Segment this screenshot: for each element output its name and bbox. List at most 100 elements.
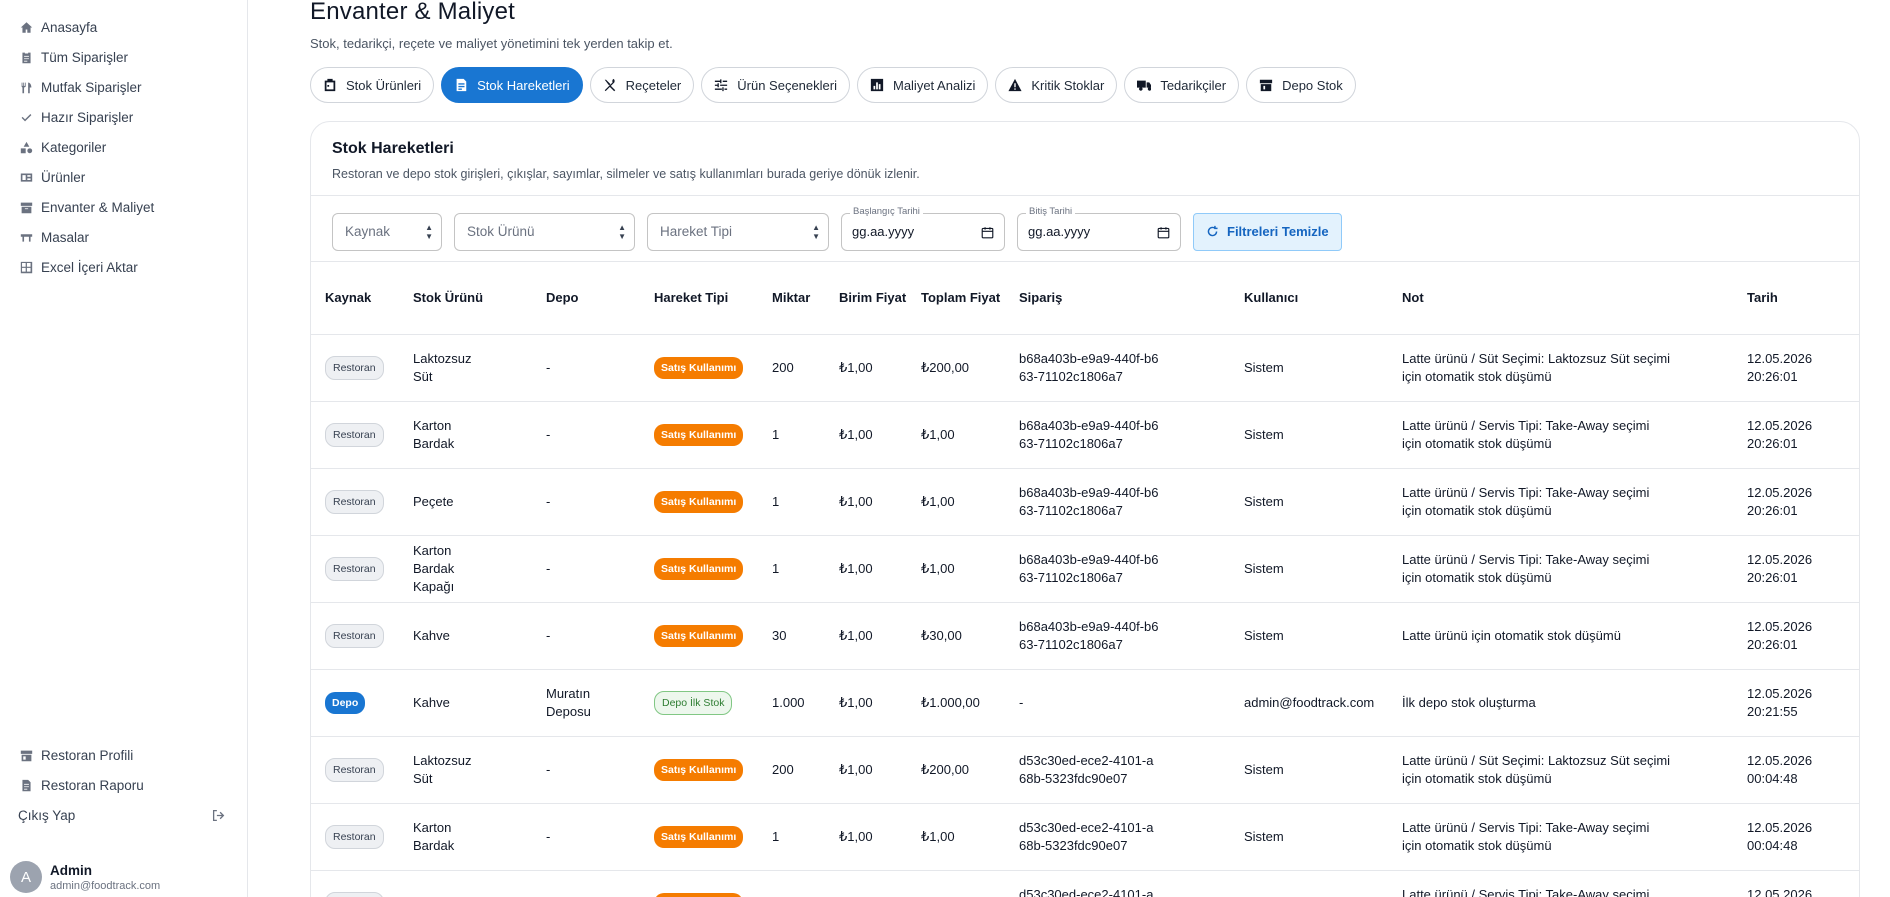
cell-miktar-text: 1 (772, 828, 780, 844)
kaynak-select[interactable]: Kaynak ▲ ▼ (332, 212, 442, 251)
cell-depo: Muratın Deposu (532, 669, 640, 737)
sidebar-item-mutfak-siparisler[interactable]: Mutfak Siparişler (0, 72, 247, 102)
cell-birim-fiyat: ₺1,00 (825, 334, 907, 402)
end-date-input[interactable]: Bitiş Tarihi gg.aa.yyyy (1017, 205, 1181, 251)
sidebar-item-hazir-siparisler[interactable]: Hazır Siparişler (0, 102, 247, 132)
table-row[interactable]: Restoran Karton Bardak - Satış Kullanımı 1 ₺1… (311, 803, 1859, 871)
cell-kullanici: Sistem (1230, 803, 1388, 871)
cell-hareket-tipi: Satış Kullanımı (640, 401, 758, 469)
tab-stok-hareketleri[interactable]: Stok Hareketleri (441, 67, 583, 103)
cell-toplam-fiyat: ₺1,00 (907, 535, 1005, 603)
cell-depo-text: - (546, 761, 551, 777)
cell-depo-text: - (546, 627, 551, 643)
tab-stok-urunleri[interactable]: Stok Ürünleri (310, 67, 435, 103)
movement-type-badge: Satış Kullanımı (654, 624, 744, 647)
tab-bar: Stok Ürünleri Stok Hareketleri Reçeteler… (310, 67, 1890, 103)
tab-label: Ürün Seçenekleri (737, 77, 837, 93)
sidebar-item-envanter-maliyet[interactable]: Envanter & Maliyet (0, 192, 247, 222)
cell-kullanici-text: Sistem (1244, 493, 1284, 509)
cell-depo: - (532, 468, 640, 536)
sidebar-item-label: Masalar (41, 229, 90, 245)
tab-urun-secenekleri[interactable]: Ürün Seçenekleri (701, 67, 850, 103)
sidebar-item-restoran-profili[interactable]: Restoran Profili (0, 740, 247, 770)
cell-siparis: - (1005, 669, 1230, 737)
sidebar-item-tum-siparisler[interactable]: Tüm Siparişler (0, 42, 247, 72)
hareket-tipi-select[interactable]: Hareket Tipi ▲ ▼ (647, 212, 829, 251)
cell-toplam-fiyat: ₺30,00 (907, 602, 1005, 670)
check-icon (21, 113, 32, 121)
tab-receteler[interactable]: Reçeteler (589, 67, 695, 103)
cell-depo-text: - (546, 359, 551, 375)
table-row[interactable]: RestoranPeçete-Satış Kullanımı1₺1,00₺1,0… (311, 870, 1859, 897)
sidebar-item-excel-iceri-aktar[interactable]: Excel İçeri Aktar (0, 252, 247, 282)
options-icon (715, 79, 728, 92)
cell-birim-fiyat: ₺1,00 (825, 401, 907, 469)
cell-stok-urunu: Karton Bardak (399, 803, 532, 871)
sidebar-nav: Anasayfa Tüm Siparişler Mutfak Siparişle… (0, 0, 247, 282)
col-hareket-tipi: Hareket Tipi (640, 262, 758, 335)
cell-not-text: Latte ürünü / Süt Seçimi: Laktozsuz Süt … (1402, 752, 1671, 786)
movement-type-badge: Satış Kullanımı (654, 490, 744, 513)
stok-urunu-select[interactable]: Stok Ürünü ▲ ▼ (454, 212, 635, 251)
tab-tedarikciler[interactable]: Tedarikçiler (1124, 67, 1240, 103)
table-body: Restoran Laktozsuz Süt - Satış Kullanımı 200… (311, 334, 1859, 897)
sort-arrows-icon: ▲ ▼ (812, 222, 820, 241)
cell-miktar: 200 (758, 736, 825, 804)
tab-depo-stok[interactable]: Depo Stok (1246, 67, 1356, 103)
tab-label: Tedarikçiler (1160, 77, 1227, 93)
sidebar-item-anasayfa[interactable]: Anasayfa (0, 12, 247, 42)
table-row[interactable]: RestoranPeçete-Satış Kullanımı1₺1,00₺1,0… (311, 468, 1859, 536)
sidebar-item-masalar[interactable]: Masalar (0, 222, 247, 252)
source-badge: Restoran (325, 422, 384, 447)
table-row[interactable]: Restoran Laktozsuz Süt - Satış Kullanımı 200… (311, 334, 1859, 402)
cell-hareket-tipi: Satış Kullanımı (640, 468, 758, 536)
cell-birim-fiyat: ₺1,00 (825, 870, 907, 897)
cell-siparis-text: - (1019, 694, 1024, 710)
tab-label: Stok Ürünleri (346, 77, 422, 93)
table-row[interactable]: Restoran Karton Bardak Kapağı - Satış Kulla… (311, 535, 1859, 603)
cell-miktar: 1 (758, 401, 825, 469)
cell-not-text: Latte ürünü / Servis Tipi: Take-Away seç… (1402, 484, 1650, 518)
card-header: Stok Hareketleri Restoran ve depo stok g… (311, 122, 1859, 196)
cell-kaynak: Restoran (311, 736, 399, 804)
cell-not-text: Latte ürünü için otomatik stok düşümü (1402, 627, 1621, 643)
sidebar-item-kategoriler[interactable]: Kategoriler (0, 132, 247, 162)
table-header-row: Kaynak Stok Ürünü Depo Hareket Tipi Mikt… (311, 262, 1859, 335)
tab-kritik-stoklar[interactable]: Kritik Stoklar (995, 67, 1118, 103)
cell-tarih-text: 12.05.2026 20:26:01 (1747, 417, 1813, 451)
tab-maliyet-analizi[interactable]: Maliyet Analizi (856, 67, 989, 103)
table-row[interactable]: Restoran Laktozsuz Süt - Satış Kullanımı 200… (311, 736, 1859, 804)
sidebar-item-label: Kategoriler (41, 139, 107, 155)
logout-button[interactable]: Çıkış Yap (0, 800, 247, 830)
cell-toplam-fiyat-text: ₺1,00 (921, 828, 955, 844)
user-email: admin@foodtrack.com (50, 879, 161, 892)
cell-not: Latte ürünü / Servis Tipi: Take-Away seç… (1388, 468, 1733, 536)
cell-not-text: Latte ürünü / Servis Tipi: Take-Away seç… (1402, 886, 1650, 897)
cell-toplam-fiyat-text: ₺1,00 (921, 560, 955, 576)
refresh-icon (1207, 225, 1218, 237)
cell-miktar-text: 1 (772, 426, 780, 442)
table-row[interactable]: Restoran Karton Bardak - Satış Kullanımı 1 ₺1… (311, 401, 1859, 469)
clear-filters-button[interactable]: Filtreleri Temizle (1193, 212, 1342, 251)
source-badge: Restoran (325, 489, 384, 514)
cell-siparis: b68a403b-e9a9-440f-b663-71102c1806a7 (1005, 334, 1230, 402)
cell-not: Latte ürünü / Servis Tipi: Take-Away seç… (1388, 870, 1733, 897)
calendar-icon[interactable] (1157, 226, 1170, 239)
sidebar-item-urunler[interactable]: Ürünler (0, 162, 247, 192)
cell-depo-text: Muratın Deposu (546, 685, 591, 719)
col-siparis: Sipariş (1005, 262, 1230, 335)
filter-bar: Kaynak ▲ ▼ Stok Ürünü ▲ ▼ Hareket Tipi ▲ ▼ … (311, 196, 1859, 262)
col-stok-urunu: Stok Ürünü (399, 262, 532, 335)
table-row[interactable]: Depo Kahve Muratın Deposu Depo İlk Stok 1.00… (311, 669, 1859, 737)
sidebar-item-restoran-raporu[interactable]: Restoran Raporu (0, 770, 247, 800)
start-date-input[interactable]: Başlangıç Tarihi gg.aa.yyyy (841, 205, 1005, 251)
cell-depo: - (532, 736, 640, 804)
sidebar-item-label: Mutfak Siparişler (41, 79, 142, 95)
cell-kullanici-text: Sistem (1244, 560, 1284, 576)
col-birim-fiyat: Birim Fiyat (825, 262, 907, 335)
user-profile[interactable]: A Admin admin@foodtrack.com (10, 861, 160, 893)
cell-toplam-fiyat: ₺1.000,00 (907, 669, 1005, 737)
calendar-icon[interactable] (981, 226, 994, 239)
cell-kaynak: Depo (311, 669, 399, 737)
table-row[interactable]: Restoran Kahve - Satış Kullanımı 30 ₺1,00 ₺30,… (311, 602, 1859, 670)
